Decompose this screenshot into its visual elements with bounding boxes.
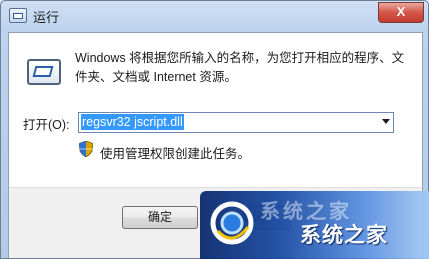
title-bar[interactable]: 运行 X	[1, 1, 428, 31]
close-button[interactable]: X	[378, 2, 424, 23]
chevron-down-icon[interactable]	[382, 119, 390, 124]
shield-icon	[79, 141, 93, 157]
run-program-icon	[27, 59, 61, 85]
dialog-description: Windows 将根据您所输入的名称，为您打开相应的程序、文件夹、文档或 Int…	[75, 51, 405, 84]
watermark-logo-icon	[210, 201, 254, 245]
open-label: 打开(O):	[23, 118, 70, 132]
close-icon: X	[396, 4, 406, 19]
admin-note: 使用管理权限创建此任务。	[100, 147, 251, 161]
window-title: 运行	[33, 10, 60, 25]
watermark-text: 系统之家	[300, 224, 388, 247]
run-icon	[9, 8, 27, 23]
command-input[interactable]: regsvr32 jscript.dll	[78, 112, 394, 133]
watermark-banner: 系统之家 系统之家	[200, 191, 429, 259]
ok-button[interactable]: 确定	[122, 206, 198, 229]
command-input-value: regsvr32 jscript.dll	[81, 114, 184, 130]
